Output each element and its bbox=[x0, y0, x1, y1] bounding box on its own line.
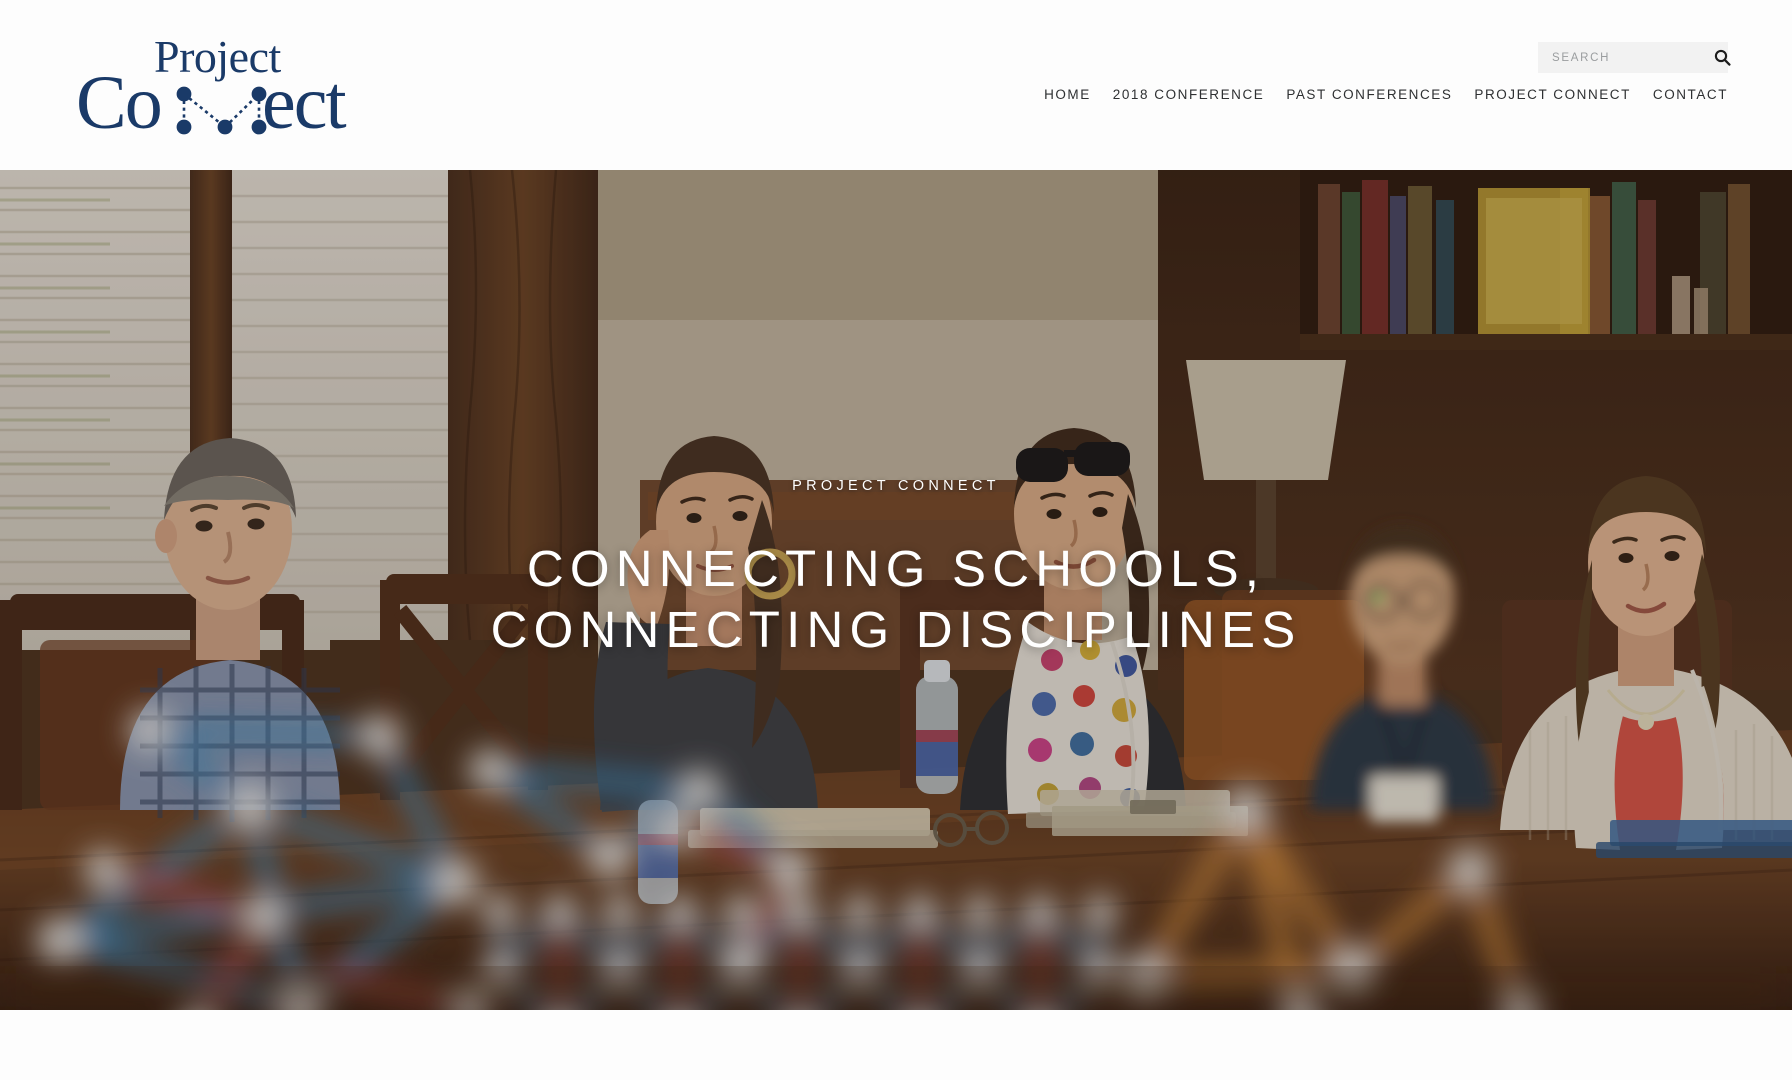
search-icon bbox=[1714, 49, 1731, 66]
hero-title: CONNECTING SCHOOLS, CONNECTING DISCIPLIN… bbox=[40, 538, 1752, 660]
site-header: Project Co ect SEARCH HOME 2018 CONFEREN… bbox=[0, 0, 1792, 170]
hero-eyebrow: PROJECT CONNECT bbox=[792, 478, 1000, 494]
content-below-hero bbox=[0, 1010, 1792, 1080]
svg-text:Co: Co bbox=[76, 61, 161, 140]
nav-item-home[interactable]: HOME bbox=[1044, 88, 1091, 102]
site-logo[interactable]: Project Co ect bbox=[62, 28, 362, 140]
nav-item-project-connect[interactable]: PROJECT CONNECT bbox=[1474, 88, 1631, 102]
search-input[interactable] bbox=[1538, 42, 1714, 73]
nav-item-2018-conference[interactable]: 2018 CONFERENCE bbox=[1113, 88, 1265, 102]
hero-banner: PROJECT CONNECT CONNECTING SCHOOLS, CONN… bbox=[0, 170, 1792, 1010]
hero-title-line-1: CONNECTING SCHOOLS, bbox=[526, 540, 1266, 597]
svg-text:ect: ect bbox=[262, 61, 346, 140]
search-submit-button[interactable] bbox=[1714, 42, 1731, 73]
nav-item-past-conferences[interactable]: PAST CONFERENCES bbox=[1286, 88, 1452, 102]
search-box[interactable] bbox=[1538, 42, 1731, 73]
hero-title-line-2: CONNECTING DISCIPLINES bbox=[490, 601, 1302, 659]
page-root: Project Co ect SEARCH HOME 2018 CONFEREN… bbox=[0, 0, 1792, 1080]
nav-item-contact[interactable]: CONTACT bbox=[1653, 88, 1728, 102]
main-navigation[interactable]: HOME 2018 CONFERENCE PAST CONFERENCES PR… bbox=[1044, 88, 1728, 102]
hero-copy: PROJECT CONNECT CONNECTING SCHOOLS, CONN… bbox=[0, 478, 1792, 660]
